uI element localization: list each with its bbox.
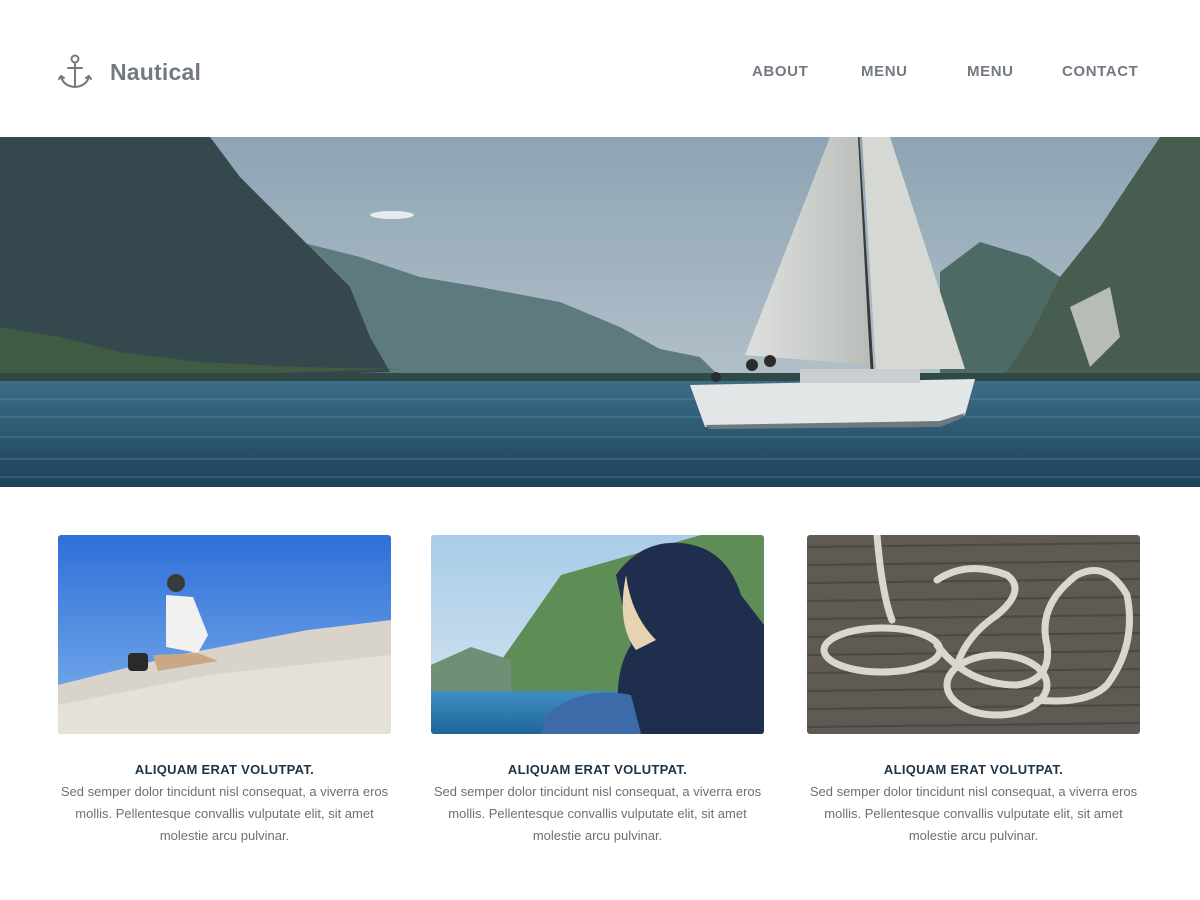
nav-contact[interactable]: CONTACT [1062, 63, 1138, 80]
person-in-hood-by-lake-photo[interactable] [431, 535, 764, 734]
feature-card: ALIQUAM ERAT VOLUTPAT. Sed semper dolor … [58, 535, 391, 847]
nav-menu-2[interactable]: MENU [967, 63, 1014, 80]
nav-about[interactable]: ABOUT [752, 63, 808, 80]
card-title: ALIQUAM ERAT VOLUTPAT. [883, 762, 1064, 777]
rope-on-dock-photo[interactable] [807, 535, 1140, 734]
hero-image [0, 137, 1200, 487]
main-nav: ABOUT MENU MENU CONTACT [0, 63, 1200, 83]
feature-card: ALIQUAM ERAT VOLUTPAT. Sed semper dolor … [431, 535, 764, 847]
feature-card: ALIQUAM ERAT VOLUTPAT. Sed semper dolor … [807, 535, 1140, 847]
card-text: Sed semper dolor tincidunt nisl consequa… [433, 784, 762, 843]
sailboat-on-lake-photo [0, 137, 1200, 487]
nav-menu[interactable]: MENU [861, 63, 908, 80]
card-title: ALIQUAM ERAT VOLUTPAT. [134, 762, 315, 777]
site-header: Nautical ABOUT MENU MENU CONTACT [0, 0, 1200, 137]
card-text: Sed semper dolor tincidunt nisl consequa… [60, 784, 389, 843]
card-text: Sed semper dolor tincidunt nisl consequa… [809, 784, 1138, 843]
woman-on-sand-dune-photo[interactable] [58, 535, 391, 734]
card-title: ALIQUAM ERAT VOLUTPAT. [507, 762, 688, 777]
